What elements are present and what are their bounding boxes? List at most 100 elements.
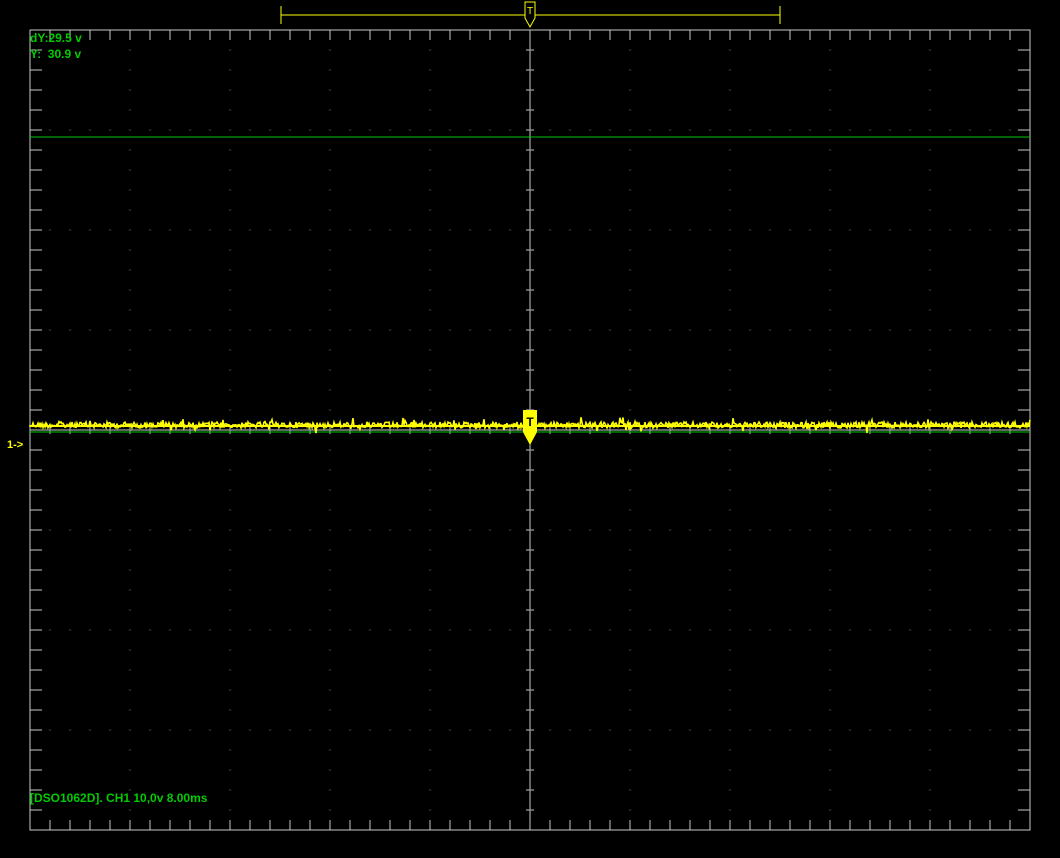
grid-dot [229, 349, 231, 351]
grid-dot [729, 469, 731, 471]
grid-dot [529, 229, 531, 231]
grid-dot [389, 429, 391, 431]
grid-dot [629, 409, 631, 411]
grid-dot [629, 309, 631, 311]
grid-dot [629, 269, 631, 271]
grid-dot [129, 669, 131, 671]
grid-dot [689, 229, 691, 231]
grid-dot [409, 429, 411, 431]
grid-dot [529, 549, 531, 551]
grid-dot [829, 729, 831, 731]
grid-dot [229, 69, 231, 71]
grid-dot [129, 409, 131, 411]
grid-dot [649, 329, 651, 331]
grid-dot [929, 349, 931, 351]
grid-dot [329, 289, 331, 291]
grid-dot [229, 449, 231, 451]
grid-dot [829, 629, 831, 631]
grid-dot [829, 329, 831, 331]
grid-dot [449, 129, 451, 131]
grid-dot [449, 629, 451, 631]
grid-dot [929, 329, 931, 331]
grid-dot [729, 109, 731, 111]
grid-dot [929, 529, 931, 531]
timebase-position-bar[interactable]: T [280, 1, 781, 29]
grid-dot [629, 569, 631, 571]
grid-dot [1009, 329, 1011, 331]
grid-dot [249, 529, 251, 531]
grid-dot [409, 229, 411, 231]
grid-dot [829, 309, 831, 311]
grid-dot [589, 429, 591, 431]
grid-dot [729, 529, 731, 531]
grid-dot [849, 229, 851, 231]
grid-dot [429, 169, 431, 171]
grid-dot [329, 609, 331, 611]
grid-dot [1009, 729, 1011, 731]
grid-dot [729, 789, 731, 791]
grid-dot [969, 129, 971, 131]
grid-dot [309, 629, 311, 631]
grid-dot [1009, 229, 1011, 231]
grid-dot [829, 209, 831, 211]
grid-dot [689, 129, 691, 131]
grid-dot [329, 529, 331, 531]
grid-dot [69, 229, 71, 231]
grid-dot [629, 669, 631, 671]
grid-dot [429, 589, 431, 591]
grid-dot [809, 729, 811, 731]
grid-dot [729, 669, 731, 671]
grid-dot [129, 169, 131, 171]
grid-dot [429, 509, 431, 511]
grid-dot [1009, 529, 1011, 531]
grid-dot [329, 689, 331, 691]
grid-dot [829, 269, 831, 271]
grid-dot [149, 229, 151, 231]
grid-dot [949, 329, 951, 331]
grid-dot [489, 529, 491, 531]
grid-dot [129, 609, 131, 611]
grid-dot [129, 509, 131, 511]
grid-dot [949, 229, 951, 231]
grid-dot [889, 229, 891, 231]
grid-dot [729, 329, 731, 331]
trigger-position-marker[interactable]: T [523, 410, 537, 445]
grid-dot [429, 349, 431, 351]
grid-dot [709, 429, 711, 431]
grid-dot [729, 289, 731, 291]
grid-dot [429, 89, 431, 91]
grid-dot [329, 149, 331, 151]
grid-dot [929, 509, 931, 511]
grid-dot [309, 429, 311, 431]
grid-dot [529, 529, 531, 531]
channel1-level-marker[interactable]: 1-> [7, 438, 23, 452]
grid-dot [729, 769, 731, 771]
grid-dot [909, 429, 911, 431]
grid-dot [389, 729, 391, 731]
grid-dot [429, 669, 431, 671]
grid-dot [229, 629, 231, 631]
grid-dot [249, 429, 251, 431]
grid-dot [409, 129, 411, 131]
grid-dot [989, 529, 991, 531]
grid-dot [529, 469, 531, 471]
grid-dot [729, 409, 731, 411]
grid-dot [869, 429, 871, 431]
grid-dot [929, 309, 931, 311]
grid-dot [549, 429, 551, 431]
grid-dot [169, 529, 171, 531]
grid-dot [229, 89, 231, 91]
grid-dot [429, 789, 431, 791]
grid-dot [929, 749, 931, 751]
grid-dot [369, 329, 371, 331]
grid-dot [769, 529, 771, 531]
grid-dot [129, 809, 131, 811]
grid-dot [149, 729, 151, 731]
grid-dot [429, 269, 431, 271]
grid-dot [829, 369, 831, 371]
grid-dot [929, 269, 931, 271]
grid-dot [629, 229, 631, 231]
grid-dot [629, 149, 631, 151]
grid-dot [729, 809, 731, 811]
grid-dot [329, 189, 331, 191]
